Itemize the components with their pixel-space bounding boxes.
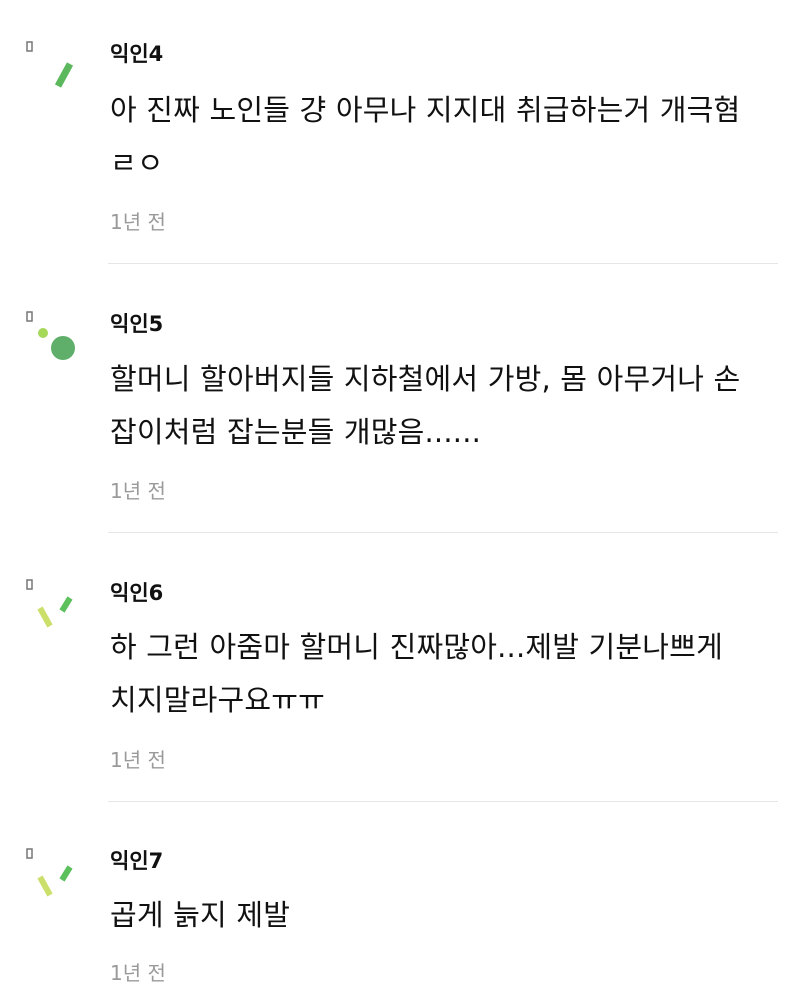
- timestamp: 1년 전: [110, 210, 166, 234]
- avatar[interactable]: [26, 308, 86, 378]
- comment-text: 아 진짜 노인들 걍 아무나 지지대 취급하는거 개극혐 ㄹㅇ: [110, 84, 790, 190]
- avatar[interactable]: [26, 38, 86, 108]
- check-dash-avatar-icon: [26, 579, 73, 628]
- comment-line: 곱게 늙지 제발: [110, 898, 291, 932]
- timestamp: 1년 전: [110, 961, 166, 985]
- avatar[interactable]: [26, 845, 86, 915]
- comment-text: 하 그런 아줌마 할머니 진짜많아...제발 기분나쁘게 치지말라구요ㅠㅠ: [110, 621, 790, 727]
- comment-line: ㄹㅇ: [110, 146, 164, 180]
- comment-line: 하 그런 아줌마 할머니 진짜많아...제발 기분나쁘게: [110, 630, 723, 664]
- comment-text: 곱게 늙지 제발: [110, 889, 790, 942]
- author-name[interactable]: 익인7: [110, 848, 163, 874]
- comment-line: 할머니 할아버지들 지하철에서 가방, 몸 아무거나 손: [110, 362, 741, 396]
- comment-text: 할머니 할아버지들 지하철에서 가방, 몸 아무거나 손 잡이처럼 잡는분들 개…: [110, 353, 790, 459]
- author-name[interactable]: 익인5: [110, 311, 163, 337]
- comment-line: 치지말라구요ㅠㅠ: [110, 683, 326, 717]
- timestamp: 1년 전: [110, 479, 166, 503]
- divider: [108, 801, 778, 802]
- timestamp: 1년 전: [110, 748, 166, 772]
- author-name[interactable]: 익인6: [110, 580, 163, 606]
- divider: [108, 532, 778, 533]
- comment-line: 잡이처럼 잡는분들 개많음......: [110, 415, 482, 449]
- green-dash-avatar-icon: [26, 41, 74, 88]
- comment-line: 아 진짜 노인들 걍 아무나 지지대 취급하는거 개극혐: [110, 93, 741, 127]
- divider: [108, 263, 778, 264]
- check-dash-avatar-icon: [26, 848, 73, 897]
- green-dots-avatar-icon: [26, 311, 75, 360]
- avatar[interactable]: [26, 576, 86, 646]
- author-name[interactable]: 익인4: [110, 41, 163, 67]
